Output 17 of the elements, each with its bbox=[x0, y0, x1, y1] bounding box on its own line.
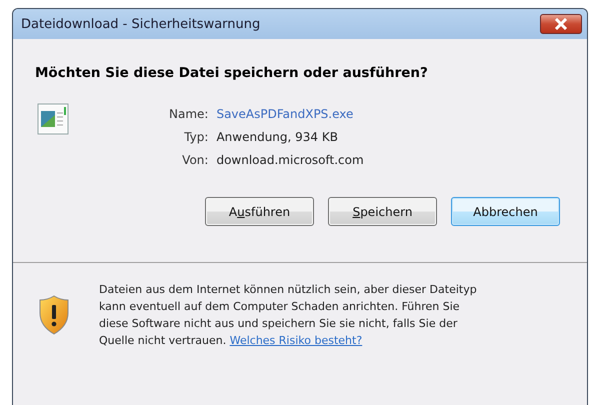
detail-label: Typ: bbox=[183, 130, 208, 144]
dialog-button[interactable]: Ausführen bbox=[205, 197, 314, 226]
question-heading: Möchten Sie diese Datei speichern oder ausführen? bbox=[35, 65, 429, 81]
detail-value: download.microsoft.com bbox=[216, 153, 364, 167]
detail-label: Von: bbox=[181, 153, 208, 167]
warning-text: Dateien aus dem Internet können nützlich sein, aber dieser Dateityp kann eventuell auf dem Computer Schaden anrichten. Führen Sie diese Software nicht aus und speichern Sie sie nicht, falls Sie der Quelle nicht vertrauen. Welches Risiko besteht? bbox=[99, 282, 478, 349]
warning-shield-icon bbox=[39, 295, 69, 335]
dialog-button[interactable]: Abbrechen bbox=[451, 197, 560, 226]
program-file-icon bbox=[37, 103, 69, 135]
window-title: Dateidownload - Sicherheitswarnung bbox=[21, 16, 260, 32]
detail-label: Name: bbox=[169, 107, 208, 121]
close-button[interactable] bbox=[540, 14, 582, 34]
detail-value: SaveAsPDFandXPS.exe bbox=[216, 107, 354, 121]
detail-value: Anwendung, 934 KB bbox=[216, 130, 339, 144]
close-icon bbox=[554, 18, 568, 30]
dialog-button[interactable]: Speichern bbox=[328, 197, 437, 226]
risk-link[interactable]: Welches Risiko besteht? bbox=[230, 334, 362, 347]
